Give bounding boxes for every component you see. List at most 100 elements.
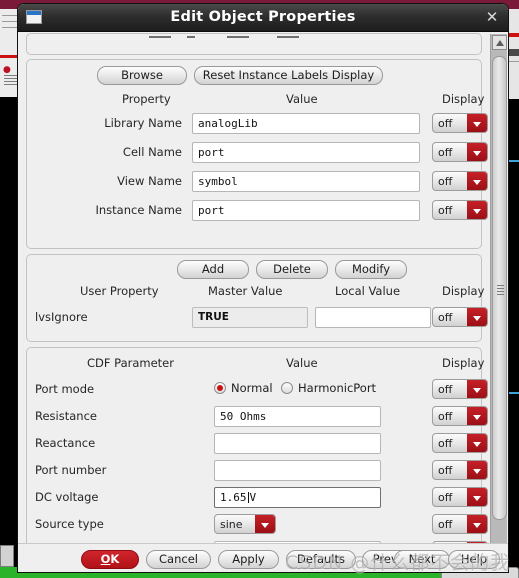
dc-voltage-row: DC voltage 1.65 V off (27, 485, 488, 511)
reactance-row: Reactance off (27, 431, 488, 457)
window-title: Edit Object Properties (170, 9, 356, 25)
dropdown-value: off (438, 491, 453, 504)
cell-name-display-dropdown[interactable]: off (432, 142, 488, 162)
background-red-mark: ● (3, 65, 11, 75)
dropdown-value: off (438, 383, 453, 396)
chevron-down-icon (467, 434, 487, 452)
edit-object-properties-dialog: Edit Object Properties ✕ Browse Reset In… (17, 3, 509, 573)
dropdown-value: off (438, 464, 453, 477)
dropdown-value: off (438, 175, 453, 188)
dropdown-value: off (438, 146, 453, 159)
resistance-display-dropdown[interactable]: off (432, 406, 488, 426)
chevron-down-icon (255, 515, 275, 533)
port-mode-row: Port mode Normal HarmonicPort off (27, 377, 488, 403)
view-name-label: View Name (117, 174, 182, 188)
chevron-down-icon (467, 114, 487, 132)
table-row: View Name symbol off (27, 169, 488, 195)
display-column-header: Display (442, 92, 485, 106)
modify-property-button[interactable]: Modify (335, 260, 407, 279)
chevron-down-icon (467, 515, 487, 533)
port-number-display-dropdown[interactable]: off (432, 460, 488, 480)
dc-voltage-value: 1.65 (220, 491, 247, 504)
dropdown-value: off (438, 311, 453, 324)
dropdown-value: off (438, 410, 453, 423)
defaults-button[interactable]: Defaults (286, 550, 356, 569)
dialog-body: Browse Reset Instance Labels Display Pro… (18, 32, 508, 572)
reset-instance-labels-display-button[interactable]: Reset Instance Labels Display (194, 66, 383, 85)
view-name-display-dropdown[interactable]: off (432, 171, 488, 191)
cell-name-input[interactable]: port (192, 142, 420, 163)
chevron-down-icon (467, 172, 487, 190)
scrollbar-thumb[interactable] (492, 56, 507, 520)
dropdown-value: sine (220, 518, 243, 531)
apply-button[interactable]: Apply (218, 550, 279, 569)
cancel-button[interactable]: Cancel (146, 550, 211, 569)
source-type-dropdown[interactable]: sine (214, 514, 276, 534)
port-number-label: Port number (35, 463, 107, 477)
scrollbar-grip-icon (497, 285, 504, 297)
cdf-parameter-group: CDF Parameter Value Display Port mode No… (26, 347, 488, 561)
lvsignore-master-value-input[interactable]: TRUE (192, 307, 308, 328)
title-bar[interactable]: Edit Object Properties ✕ (18, 4, 508, 32)
radio-normal[interactable] (214, 382, 226, 394)
cdf-value-column-header: Value (286, 356, 318, 370)
port-mode-display-dropdown[interactable]: off (432, 379, 488, 399)
chevron-down-icon (467, 380, 487, 398)
ok-label-rest: K (110, 552, 120, 566)
radio-harmonicport-label[interactable]: HarmonicPort (298, 381, 376, 395)
help-button[interactable]: Help (448, 550, 500, 569)
next-button[interactable]: Next (394, 550, 450, 569)
browse-button[interactable]: Browse (97, 66, 187, 85)
close-icon[interactable]: ✕ (483, 8, 501, 26)
view-name-input[interactable]: symbol (192, 171, 420, 192)
dc-voltage-display-dropdown[interactable]: off (432, 487, 488, 507)
dc-voltage-unit: V (249, 491, 257, 504)
add-property-button[interactable]: Add (177, 260, 249, 279)
dc-voltage-input[interactable]: 1.65 V (214, 487, 381, 508)
scroll-up-arrow-icon[interactable] (492, 35, 507, 50)
chevron-down-icon (467, 143, 487, 161)
table-row: Library Name analogLib off (27, 111, 488, 137)
reactance-label: Reactance (35, 436, 96, 450)
vertical-scrollbar[interactable] (490, 34, 507, 561)
table-row: lvsIgnore TRUE off (27, 305, 488, 331)
source-type-label: Source type (35, 517, 104, 531)
user-display-column-header: Display (442, 284, 485, 298)
instance-name-display-dropdown[interactable]: off (432, 200, 488, 220)
lvsignore-local-value-input[interactable] (315, 307, 431, 328)
source-type-row: Source type sine off (27, 512, 488, 538)
lvsignore-display-dropdown[interactable]: off (432, 307, 488, 327)
port-number-input[interactable] (214, 460, 381, 481)
background-bottom-left-box (0, 545, 14, 567)
port-mode-label: Port mode (35, 382, 95, 396)
delete-property-button[interactable]: Delete (256, 260, 328, 279)
radio-harmonicport[interactable] (281, 382, 293, 394)
instance-name-input[interactable]: port (192, 200, 420, 221)
user-property-column-header: User Property (80, 284, 159, 298)
resistance-input[interactable]: 50 Ohms (214, 406, 381, 427)
port-number-row: Port number off (27, 458, 488, 484)
instance-name-label: Instance Name (95, 203, 183, 217)
dropdown-value: off (438, 437, 453, 450)
lvsignore-label: lvsIgnore (35, 310, 88, 324)
master-value-column-header: Master Value (208, 284, 283, 298)
cdf-parameter-column-header: CDF Parameter (87, 356, 174, 370)
source-type-display-dropdown[interactable]: off (432, 514, 488, 534)
chevron-down-icon (467, 461, 487, 479)
library-name-display-dropdown[interactable]: off (432, 113, 488, 133)
reactance-input[interactable] (214, 433, 381, 454)
library-name-label: Library Name (104, 116, 182, 130)
text-caret (247, 492, 249, 503)
radio-normal-label[interactable]: Normal (231, 381, 273, 395)
dc-voltage-label: DC voltage (35, 490, 99, 504)
property-column-header: Property (122, 92, 171, 106)
cdf-display-column-header: Display (442, 356, 485, 370)
resistance-row: Resistance 50 Ohms off (27, 404, 488, 430)
cell-name-label: Cell Name (122, 145, 182, 159)
reactance-display-dropdown[interactable]: off (432, 433, 488, 453)
scroll-content: Browse Reset Instance Labels Display Pro… (18, 32, 490, 561)
ok-button[interactable]: OK (81, 550, 139, 569)
dialog-action-bar: OK Cancel Apply Defaults Previous Next H… (18, 543, 508, 572)
library-name-input[interactable]: analogLib (192, 113, 420, 134)
local-value-column-header: Local Value (335, 284, 401, 298)
